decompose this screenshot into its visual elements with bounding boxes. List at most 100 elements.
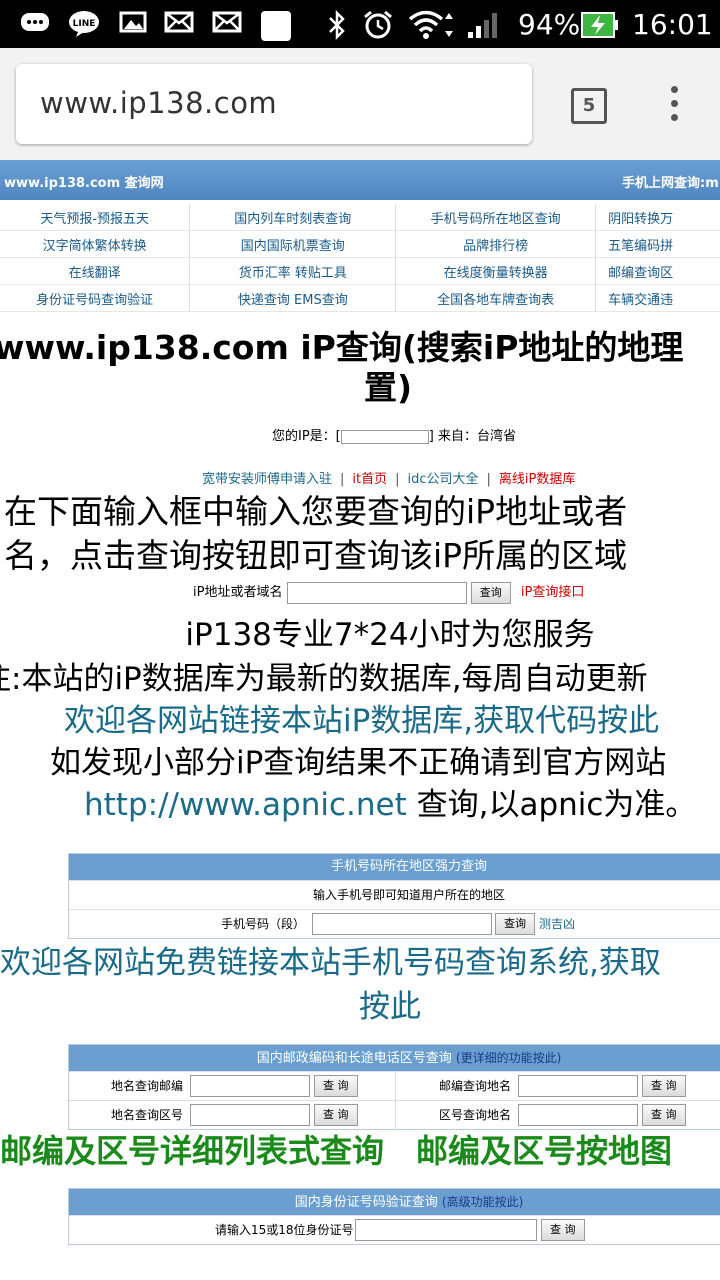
bluetooth-icon	[322, 9, 352, 41]
tab-switcher-button[interactable]: 5	[571, 88, 607, 124]
site-name-link[interactable]: www.ip138.com 查询网	[4, 172, 164, 191]
chat-icon	[20, 10, 50, 38]
nav-link[interactable]: 在线翻译	[0, 257, 191, 285]
page-title-line2: 置)	[364, 368, 413, 407]
web-page: www.ip138.com 查询网 手机上网查询:m 天气预报-预报五天 国内列…	[0, 160, 720, 1280]
notice-text: 如发现小部分iP查询结果不正确请到官方网站	[50, 745, 667, 781]
nav-link[interactable]: 身份证号码查询验证	[0, 284, 191, 312]
ip-label: 您的IP是：[	[272, 429, 341, 444]
service-text: iP138专业7*24小时为您服务	[185, 617, 595, 653]
apnic-suffix: 查询,以apnic为准。	[406, 787, 697, 823]
postal-detail-link[interactable]: (更详细的功能按此)	[456, 1051, 561, 1065]
welcome-link[interactable]: 欢迎各网站链接本站iP数据库,获取代码按此	[64, 702, 720, 740]
place-to-zip-input[interactable]	[190, 1075, 310, 1097]
nav-link[interactable]: 汉字简体繁体转换	[0, 230, 191, 258]
id-query-box: 国内身份证号码验证查询 (高级功能按此) 请输入15或18位身份证号 查 询	[68, 1188, 720, 1245]
nav-link[interactable]: 天气预报-预报五天	[0, 204, 191, 231]
instruction-text: 在下面输入框中输入您要查询的iP地址或者 名，点击查询按钮即可查询该iP所属的区…	[4, 490, 627, 578]
idc-list-link[interactable]: idc公司大全	[408, 472, 479, 487]
phone-input[interactable]	[312, 913, 492, 935]
phone-welcome-link[interactable]: 欢迎各网站免费链接本站手机号码查询系统,获取	[0, 944, 720, 982]
alarm-icon	[362, 10, 392, 39]
mail-icon	[164, 10, 194, 38]
browser-toolbar: www.ip138.com 5	[0, 48, 720, 160]
nav-link[interactable]: 全国各地车牌查询表	[395, 284, 597, 312]
postal-box-title: 国内邮政编码和长途电话区号查询 (更详细的功能按此)	[69, 1045, 720, 1071]
id-box-title: 国内身份证号码验证查询 (高级功能按此)	[69, 1189, 720, 1215]
apnic-line: http://www.apnic.net 查询,以apnic为准。	[84, 786, 720, 824]
line-icon: LINE	[68, 10, 99, 38]
zip-to-place-button[interactable]: 查 询	[642, 1075, 686, 1097]
your-ip-line: 您的IP是：[] 来自：台湾省	[272, 425, 516, 444]
postal-query-box: 国内邮政编码和长途电话区号查询 (更详细的功能按此) 地名查询邮编 查 询 邮编…	[68, 1044, 720, 1130]
ip-search-input[interactable]	[286, 581, 467, 604]
installer-join-link[interactable]: 宽带安装师傅申请入驻	[202, 472, 332, 487]
postal-row-2: 地名查询区号 查 询 区号查询地名 查 询	[69, 1100, 720, 1129]
nav-link[interactable]: 五笔编码拼	[595, 230, 720, 258]
id-advanced-link[interactable]: (高级功能按此)	[442, 1195, 523, 1209]
nav-link[interactable]: 快递查询 EMS查询	[189, 284, 397, 312]
phone-search-button[interactable]: 查询	[495, 913, 535, 935]
id-input[interactable]	[355, 1219, 537, 1241]
page-title-line1: www.ip138.com iP查询(搜索iP地址的地理	[0, 328, 684, 367]
clock: 16:01	[632, 8, 713, 41]
ip-search-button[interactable]: 查询	[470, 581, 511, 604]
phone-welcome-link-2[interactable]: 按此	[0, 988, 720, 1026]
nav-link[interactable]: 邮编查询区	[595, 257, 720, 285]
signal-icon	[466, 10, 506, 38]
nav-link[interactable]: 在线度衡量转换器	[395, 257, 597, 285]
nav-link[interactable]: 手机号码所在地区查询	[395, 204, 597, 231]
nav-links-table: 天气预报-预报五天 国内列车时刻表查询 手机号码所在地区查询 阴阳转换万 汉字简…	[0, 204, 720, 312]
phone-box-title: 手机号码所在地区强力查询	[69, 854, 720, 880]
instruction-line: 在下面输入框中输入您要查询的iP地址或者	[4, 492, 628, 531]
mobile-query-link[interactable]: 手机上网查询:m	[622, 172, 719, 191]
mail-icon	[212, 10, 242, 38]
wifi-icon	[408, 10, 458, 39]
address-bar[interactable]: www.ip138.com	[16, 64, 532, 144]
id-label: 请输入15或18位身份证号	[215, 1223, 354, 1237]
phone-search-row: 手机号码（段） 查询 测吉凶	[69, 909, 720, 938]
promo-links: 宽带安装师傅申请入驻 | it首页 | idc公司大全 | 离线iP数据库	[202, 472, 576, 487]
phone-box-desc: 输入手机号即可知道用户所在的地区	[69, 880, 720, 909]
areacode-to-place-button[interactable]: 查 询	[642, 1104, 686, 1126]
apnic-link[interactable]: http://www.apnic.net	[84, 787, 407, 823]
nav-link[interactable]: 国内国际机票查询	[189, 230, 397, 258]
ip-search-form: iP地址或者域名 查询 iP查询接口	[193, 581, 584, 604]
note-text: 注:本站的iP数据库为最新的数据库,每周自动更新	[0, 661, 648, 697]
ip-api-link[interactable]: iP查询接口	[521, 585, 584, 600]
zip-to-place-input[interactable]	[518, 1075, 638, 1097]
place-to-zip-button[interactable]: 查 询	[314, 1075, 358, 1097]
overflow-menu-icon[interactable]	[664, 86, 684, 126]
phone-query-box: 手机号码所在地区强力查询 输入手机号即可知道用户所在的地区 手机号码（段） 查询…	[68, 853, 720, 939]
place-to-areacode-button[interactable]: 查 询	[314, 1104, 358, 1126]
nav-link[interactable]: 阴阳转换万	[595, 204, 720, 231]
status-bar: LINE 94% 16:01	[0, 0, 720, 48]
it-home-link[interactable]: it首页	[352, 472, 387, 487]
nav-link[interactable]: 国内列车时刻表查询	[189, 204, 397, 231]
blank-card-icon	[260, 10, 291, 41]
place-to-zip-label: 地名查询邮编	[111, 1079, 184, 1093]
nav-link[interactable]: 品牌排行榜	[395, 230, 597, 258]
place-to-areacode-input[interactable]	[190, 1104, 310, 1126]
postal-list-links[interactable]: 邮编及区号详细列表式查询 邮编及区号按地图	[0, 1132, 720, 1170]
battery-percent: 94%	[518, 8, 581, 41]
areacode-to-place-label: 区号查询地名	[439, 1108, 512, 1122]
instruction-line: 名，点击查询按钮即可查询该iP所属的区域	[4, 536, 628, 575]
place-to-areacode-label: 地名查询区号	[111, 1108, 184, 1122]
postal-box-title-text: 国内邮政编码和长途电话区号查询	[256, 1051, 452, 1066]
nav-link[interactable]: 车辆交通违	[595, 284, 720, 312]
fortune-link[interactable]: 测吉凶	[539, 910, 575, 938]
image-icon	[118, 10, 148, 38]
nav-link[interactable]: 货币汇率 转贴工具	[189, 257, 397, 285]
id-box-title-text: 国内身份证号码验证查询	[294, 1195, 438, 1210]
postal-row-1: 地名查询邮编 查 询 邮编查询地名 查 询	[69, 1071, 720, 1100]
areacode-to-place-input[interactable]	[518, 1104, 638, 1126]
offline-ip-db-link[interactable]: 离线iP数据库	[499, 472, 575, 487]
page-title: www.ip138.com iP查询(搜索iP地址的地理 置)	[0, 328, 720, 407]
id-search-button[interactable]: 查 询	[541, 1219, 585, 1241]
url-text[interactable]: www.ip138.com	[40, 86, 277, 120]
battery-charging-icon	[580, 10, 620, 38]
zip-to-place-label: 邮编查询地名	[439, 1079, 512, 1093]
phone-label: 手机号码（段）	[221, 917, 306, 931]
id-search-row: 请输入15或18位身份证号 查 询	[69, 1215, 720, 1244]
